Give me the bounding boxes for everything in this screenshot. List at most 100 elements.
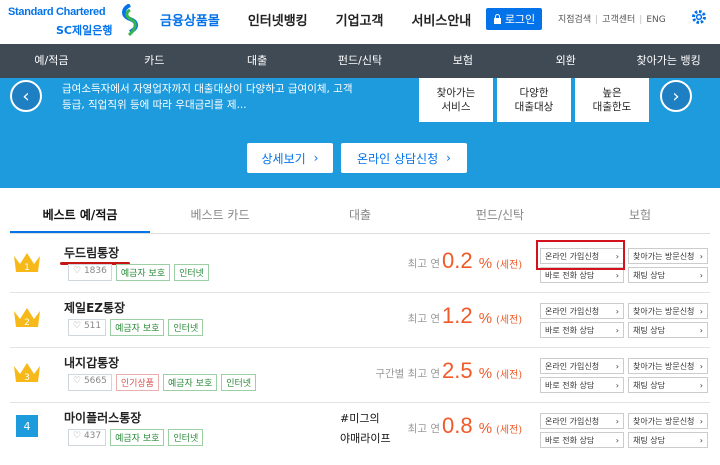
svg-text:1: 1 — [24, 263, 30, 273]
main-nav: 금융상품몰 인터넷뱅킹 기업고객 서비스안내 — [160, 10, 499, 29]
util-english[interactable]: ENG — [646, 15, 665, 25]
like-count[interactable]: ♡ 511 — [68, 319, 107, 336]
like-count[interactable]: ♡ 1836 — [68, 264, 112, 281]
online-join-button[interactable]: 온라인 가입신청 › — [540, 303, 624, 319]
chevron-right-icon: › — [672, 85, 680, 107]
chat-consult-button[interactable]: 채팅 상담 › — [628, 377, 708, 393]
rate-value: 0.8 % — [442, 413, 493, 438]
gear-icon[interactable] — [690, 8, 708, 26]
login-label: 로그인 — [504, 13, 536, 26]
product-tags: ♡ 437 예금자 보호 인터넷 — [68, 429, 204, 446]
tag-deposit-protection: 예금자 보호 — [162, 374, 218, 391]
phone-consult-button[interactable]: 바로 전화 상담 › — [540, 322, 624, 338]
logo-text-korean: SC제일은행 — [56, 24, 113, 37]
online-join-button[interactable]: 온라인 가입신청 › — [540, 358, 624, 374]
product-name[interactable]: 두드림통장 — [64, 244, 119, 261]
visit-request-button[interactable]: 찾아가는 방문신청 › — [628, 248, 708, 264]
rate-label: 최고 연 — [407, 258, 440, 270]
tag-internet: 인터넷 — [174, 264, 209, 281]
phone-consult-button[interactable]: 바로 전화 상담 › — [540, 432, 624, 448]
chat-consult-button[interactable]: 채팅 상담 › — [628, 432, 708, 448]
best-product-tabs: 베스트 예/적금 베스트 카드 대출 펀드/신탁 보험 — [10, 200, 710, 234]
utility-links: 지점검색 | 고객센터 | ENG — [558, 12, 666, 25]
banner-next-button[interactable]: › — [660, 80, 692, 112]
chat-consult-button[interactable]: 채팅 상담 › — [628, 267, 708, 283]
rate-value: 0.2 % — [442, 248, 493, 273]
promo-banner: 급여소득자에서 자영업자까지 대출대상이 다양하고 급여이체, 고객등급, 직업… — [0, 78, 720, 188]
product-name[interactable]: 마이플러스통장 — [64, 409, 141, 426]
product-tags: ♡ 5665 인기상품 예금자 보호 인터넷 — [68, 374, 257, 391]
online-consult-button[interactable]: 온라인 상담신청 › — [341, 143, 467, 173]
svg-text:2: 2 — [24, 318, 30, 328]
nav-service[interactable]: 서비스안내 — [411, 10, 471, 29]
divider: | — [595, 15, 599, 25]
sub-nav: 예/적금 카드 대출 펀드/신탁 보험 외환 찾아가는 뱅킹 — [0, 44, 720, 78]
phone-consult-button[interactable]: 바로 전화 상담 › — [540, 377, 624, 393]
rate-value: 1.2 % — [442, 303, 493, 328]
crown-icon: 3 — [14, 363, 40, 383]
login-button[interactable]: 로그인 — [486, 8, 542, 30]
logo-text-english: Standard Chartered — [8, 6, 106, 18]
tag-popular: 인기상품 — [115, 374, 159, 391]
logo[interactable]: Standard Chartered SC제일은행 — [8, 4, 143, 40]
feature-visit-service: 찾아가는 서비스 — [419, 78, 493, 122]
like-count[interactable]: ♡ 5665 — [68, 374, 112, 391]
tab-loan[interactable]: 대출 — [290, 200, 430, 233]
visit-request-button[interactable]: 찾아가는 방문신청 › — [628, 303, 708, 319]
subnav-fund[interactable]: 펀드/신탁 — [309, 44, 412, 78]
tag-deposit-protection: 예금자 보호 — [110, 429, 165, 446]
nav-corporate[interactable]: 기업고객 — [336, 10, 384, 29]
tab-fund[interactable]: 펀드/신탁 — [430, 200, 570, 233]
tab-best-deposit[interactable]: 베스트 예/적금 — [10, 200, 150, 233]
product-row: 3 내지갑통장 ♡ 5665 인기상품 예금자 보호 인터넷 구간별 최고 연 … — [10, 348, 710, 403]
rate-value: 2.5 % — [442, 358, 493, 383]
visit-request-button[interactable]: 찾아가는 방문신청 › — [628, 413, 708, 429]
feature-high-limit: 높은 대출한도 — [575, 78, 649, 122]
chevron-left-icon: ‹ — [22, 85, 30, 107]
divider: | — [639, 15, 643, 25]
subnav-card[interactable]: 카드 — [103, 44, 206, 78]
rate-label: 구간별 최고 연 — [375, 368, 440, 380]
subnav-forex[interactable]: 외환 — [514, 44, 617, 78]
product-name[interactable]: 제일EZ통장 — [64, 299, 125, 316]
crown-icon: 1 — [14, 253, 40, 273]
watermark-note-line1: #미그의 — [340, 412, 380, 425]
tax-note: (세전) — [496, 260, 523, 271]
tag-internet: 인터넷 — [168, 429, 204, 446]
nav-internet-banking[interactable]: 인터넷뱅킹 — [248, 10, 308, 29]
banner-prev-button[interactable]: ‹ — [10, 80, 42, 112]
tag-internet: 인터넷 — [221, 374, 257, 391]
tax-note: (세전) — [496, 370, 523, 381]
subnav-loan[interactable]: 대출 — [206, 44, 309, 78]
like-count[interactable]: ♡ 437 — [68, 429, 107, 446]
util-branch-search[interactable]: 지점검색 — [558, 15, 591, 25]
online-join-button[interactable]: 온라인 가입신청 › — [540, 413, 624, 429]
feature-diverse-target: 다양한 대출대상 — [497, 78, 571, 122]
product-name[interactable]: 내지갑통장 — [64, 354, 119, 371]
svg-text:3: 3 — [24, 373, 30, 383]
standard-chartered-logo-icon — [122, 4, 138, 37]
tax-note: (세전) — [496, 425, 523, 436]
chevron-right-icon: › — [446, 151, 451, 165]
tab-insurance[interactable]: 보험 — [570, 200, 710, 233]
tax-note: (세전) — [496, 315, 523, 326]
nav-products[interactable]: 금융상품몰 — [160, 10, 220, 29]
product-tags: ♡ 511 예금자 보호 인터넷 — [68, 319, 204, 336]
tag-deposit-protection: 예금자 보호 — [115, 264, 171, 281]
chat-consult-button[interactable]: 채팅 상담 › — [628, 322, 708, 338]
subnav-visit-banking[interactable]: 찾아가는 뱅킹 — [617, 44, 720, 78]
tag-internet: 인터넷 — [168, 319, 204, 336]
crown-icon: 2 — [14, 308, 40, 328]
subnav-deposit[interactable]: 예/적금 — [0, 44, 103, 78]
util-customer-center[interactable]: 고객센터 — [602, 15, 635, 25]
visit-request-button[interactable]: 찾아가는 방문신청 › — [628, 358, 708, 374]
rate-label: 최고 연 — [407, 423, 440, 435]
lock-icon — [493, 14, 501, 24]
product-row: 2 제일EZ통장 ♡ 511 예금자 보호 인터넷 최고 연 1.2 % (세전… — [10, 293, 710, 348]
top-header: Standard Chartered SC제일은행 금융상품몰 인터넷뱅킹 기업… — [0, 0, 720, 44]
tag-deposit-protection: 예금자 보호 — [110, 319, 165, 336]
subnav-insurance[interactable]: 보험 — [411, 44, 514, 78]
tab-best-card[interactable]: 베스트 카드 — [150, 200, 290, 233]
detail-button[interactable]: 상세보기 › — [247, 143, 333, 173]
red-highlight-annotation — [536, 240, 625, 270]
